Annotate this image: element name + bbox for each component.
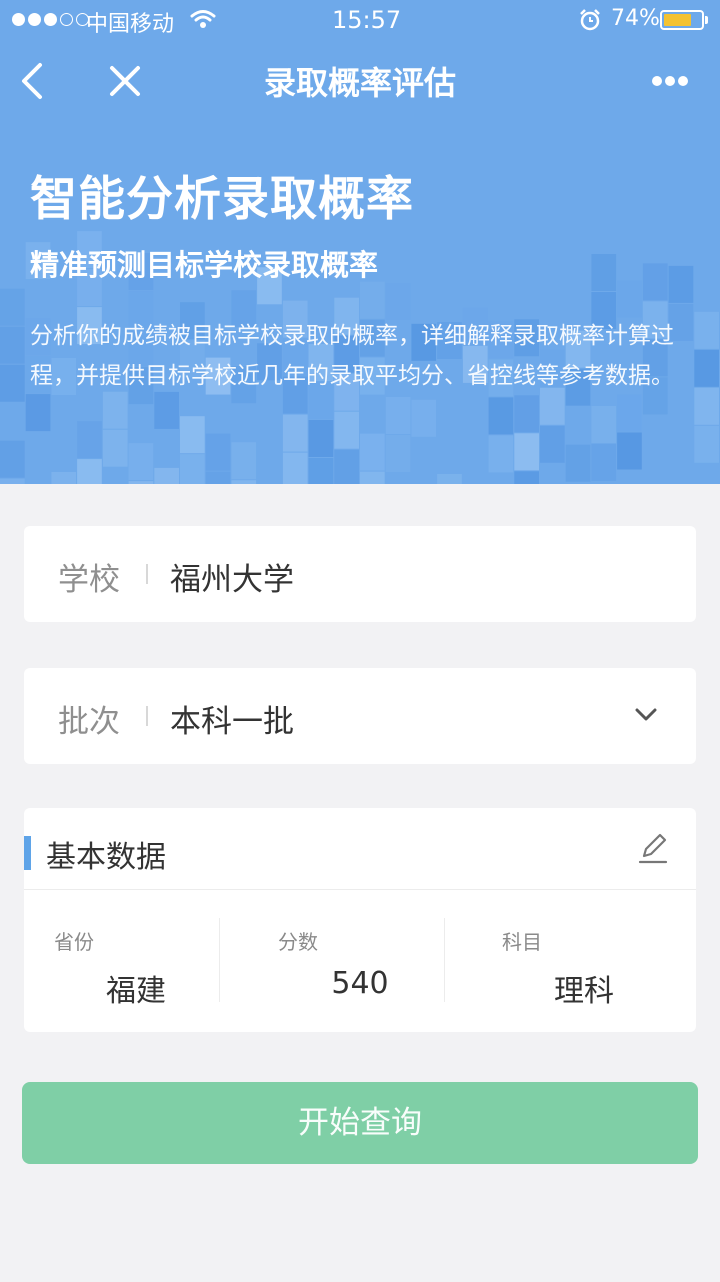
field-separator	[146, 564, 148, 584]
mosaic-tile	[591, 254, 617, 291]
signal-dot	[12, 13, 25, 26]
mosaic-tile	[77, 459, 102, 484]
mosaic-tile	[565, 444, 591, 482]
batch-label: 批次	[58, 704, 120, 740]
mosaic-tile	[0, 478, 25, 484]
basic-data-title: 基本数据	[46, 840, 166, 875]
mosaic-tile	[282, 414, 308, 452]
mosaic-tile	[231, 442, 257, 480]
alarm-clock-icon	[580, 9, 600, 31]
mosaic-tile	[77, 421, 102, 459]
school-label: 学校	[58, 562, 120, 598]
hero-subtitle: 精准预测目标学校录取概率	[30, 248, 379, 282]
mosaic-tile	[540, 425, 565, 463]
mosaic-tile	[437, 474, 462, 484]
mosaic-tile	[205, 471, 231, 484]
mosaic-tile	[411, 399, 437, 437]
mosaic-tile	[154, 467, 179, 484]
mosaic-tile	[128, 481, 154, 484]
hero-description: 分析你的成绩被目标学校录取的概率，详细解释录取概率计算过程，并提供目标学校近几年…	[30, 323, 674, 389]
mosaic-tile	[514, 395, 539, 433]
more-options-icon[interactable]	[644, 66, 696, 96]
mosaic-tile	[488, 397, 514, 435]
battery-percentage: 74%	[611, 6, 660, 31]
chevron-down-icon[interactable]	[632, 704, 660, 724]
mosaic-tile	[51, 472, 77, 484]
mosaic-tile	[668, 265, 694, 303]
mosaic-tile	[231, 480, 257, 484]
mosaic-tile	[282, 452, 308, 484]
mosaic-tile	[0, 364, 25, 402]
province-value: 福建	[106, 974, 166, 1009]
batch-selected-value[interactable]: 本科一批	[170, 696, 294, 741]
signal-dot	[44, 13, 57, 26]
mosaic-tile	[334, 449, 359, 484]
mosaic-tile	[514, 433, 539, 471]
column-divider	[219, 918, 220, 1002]
mosaic-tile	[102, 391, 128, 429]
mosaic-tile	[385, 283, 411, 320]
mosaic-tile	[591, 444, 617, 481]
mosaic-tile	[617, 394, 642, 432]
mosaic-tile	[308, 458, 334, 484]
close-icon[interactable]	[104, 60, 146, 102]
wifi-icon	[190, 10, 216, 28]
school-field[interactable]: 学校 福州大学	[24, 526, 696, 622]
hero-title: 智能分析录取概率	[30, 172, 414, 227]
mosaic-tile	[591, 406, 617, 443]
basic-data-card: 基本数据 省份 福建 分数 540 科目 理科	[24, 808, 696, 1032]
start-query-button[interactable]: 开始查询	[22, 1082, 698, 1164]
mosaic-tile	[25, 394, 51, 432]
mosaic-tile	[617, 432, 642, 470]
signal-strength-icon	[12, 13, 89, 26]
mosaic-tile	[308, 420, 334, 457]
mosaic-tile	[0, 288, 25, 326]
mosaic-tile	[0, 326, 25, 364]
mosaic-tile	[154, 391, 179, 429]
subject-value: 理科	[554, 974, 614, 1009]
school-input-value[interactable]: 福州大学	[170, 554, 294, 599]
carrier-name: 中国移动	[86, 12, 175, 37]
province-label: 省份	[54, 930, 94, 954]
mosaic-tile	[128, 443, 154, 481]
subject-label: 科目	[502, 930, 542, 954]
mosaic-tile	[360, 433, 385, 471]
section-accent-bar	[24, 836, 31, 870]
battery-icon	[660, 10, 704, 30]
mosaic-tile	[514, 471, 539, 484]
mosaic-tile	[102, 429, 128, 467]
page-title: 录取概率评估	[263, 64, 456, 102]
score-label: 分数	[278, 930, 318, 954]
mosaic-tile	[205, 433, 231, 471]
edit-pencil-icon[interactable]	[632, 828, 672, 868]
signal-dot	[60, 13, 73, 26]
mosaic-tile	[694, 425, 719, 463]
subject-column: 科目 理科	[472, 890, 696, 1032]
column-divider	[444, 918, 445, 1002]
mosaic-tile	[642, 263, 668, 301]
province-column: 省份 福建	[24, 890, 248, 1032]
field-separator	[146, 706, 148, 726]
mosaic-tile	[360, 471, 385, 484]
battery-cap	[705, 16, 708, 24]
mosaic-tile	[334, 411, 359, 449]
mosaic-tile	[385, 397, 411, 434]
hero-banner: 中国移动 15:57 74% 录取概率评估 智能分析录取概率 精准预测目标学校录…	[0, 0, 720, 484]
batch-select[interactable]: 批次 本科一批	[24, 668, 696, 764]
mosaic-tile	[0, 440, 25, 478]
back-chevron-icon[interactable]	[14, 58, 54, 104]
mosaic-tile	[180, 454, 205, 484]
score-value: 540	[331, 966, 389, 1001]
mosaic-tile	[488, 435, 514, 473]
mosaic-tile	[617, 280, 642, 318]
signal-dot	[28, 13, 41, 26]
battery-level-fill	[664, 14, 691, 26]
status-bar: 中国移动 15:57 74%	[0, 0, 720, 40]
mosaic-tile	[360, 281, 385, 319]
score-column: 分数 540	[248, 890, 472, 1032]
mosaic-tile	[180, 416, 205, 454]
mosaic-tile	[385, 435, 411, 472]
status-time: 15:57	[332, 6, 402, 34]
